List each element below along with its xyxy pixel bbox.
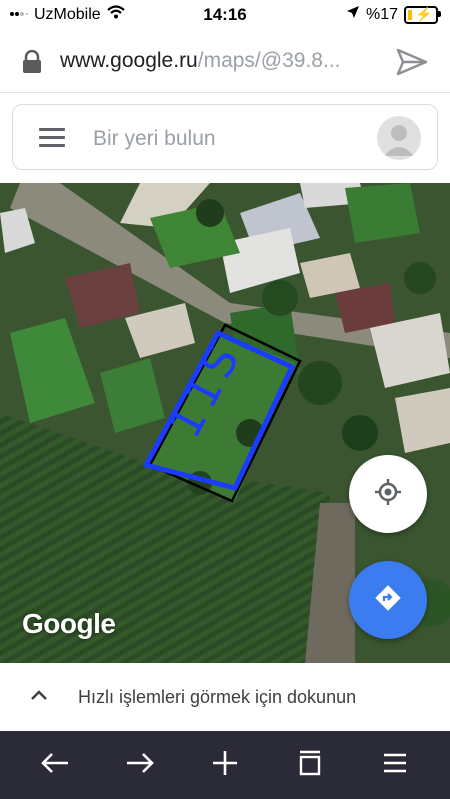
battery-percent: %17 [365,5,398,23]
my-location-button[interactable] [349,455,427,533]
search-input[interactable] [91,123,355,155]
status-bar: UzMobile 14:16 %17 ⚡ [0,0,450,30]
google-logo: Google [22,608,116,639]
new-tab-button[interactable] [205,747,245,783]
hamburger-menu-icon[interactable] [39,128,65,148]
my-location-icon [374,478,402,511]
lock-icon [22,49,42,73]
browser-url-bar[interactable]: www.google.ru/maps/@39.8... [0,30,450,93]
share-icon[interactable] [396,48,428,76]
forward-arrow-icon [125,751,155,780]
map-search-box [12,104,438,170]
satellite-map[interactable]: 11S Google [0,183,450,663]
battery-icon: ⚡ [404,5,441,24]
back-arrow-icon [40,751,70,780]
url-text[interactable]: www.google.ru/maps/@39.8... [60,49,340,73]
location-arrow-icon [346,5,360,24]
menu-icon [382,752,408,779]
forward-button[interactable] [120,747,160,783]
quick-actions-sheet[interactable]: Hızlı işlemleri görmek için dokunun [0,663,450,731]
tabs-button[interactable] [290,747,330,783]
browser-menu-button[interactable] [375,747,415,783]
directions-icon [374,584,402,617]
tabs-icon [298,750,322,781]
plus-icon [212,750,238,781]
browser-toolbar [0,731,450,799]
status-right: %17 ⚡ [346,5,441,24]
quick-actions-hint: Hızlı işlemleri görmek için dokunun [78,687,357,707]
back-button[interactable] [35,747,75,783]
avatar-icon[interactable] [377,116,421,160]
chevron-up-icon[interactable] [28,685,50,707]
directions-button[interactable] [349,561,427,639]
